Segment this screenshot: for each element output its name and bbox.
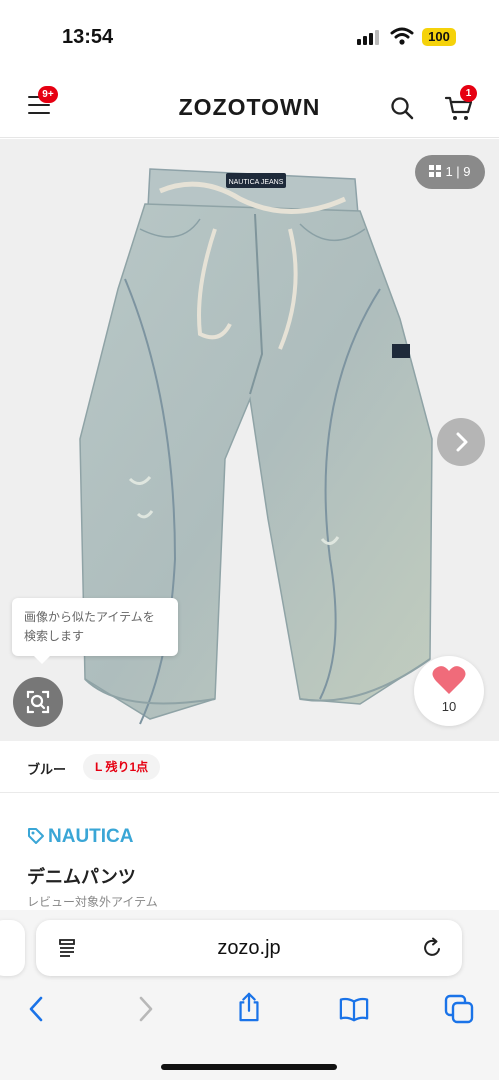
bookmarks-icon[interactable]: [339, 994, 369, 1024]
visual-search-icon: [26, 690, 50, 714]
signal-icon: [357, 30, 381, 45]
previous-tab-peek[interactable]: [0, 920, 25, 976]
home-indicator: [161, 1064, 337, 1070]
battery-icon: 100: [422, 28, 456, 46]
product-title: デニムパンツ: [27, 867, 136, 887]
chevron-right-icon: [456, 432, 468, 452]
visual-search-tooltip: 画像から似たアイテムを検索します: [12, 598, 178, 664]
forward-icon[interactable]: [130, 994, 160, 1024]
like-count: 10: [441, 699, 457, 714]
browser-toolbar: zozo.jp: [0, 910, 499, 1080]
search-icon[interactable]: [390, 96, 414, 120]
app-header: 9+ ZOZOTOWN 1: [0, 74, 499, 138]
next-image-button[interactable]: [437, 418, 485, 466]
photo-counter-text: 1 | 9: [445, 164, 471, 179]
review-note: レビュー対象外アイテム: [27, 895, 158, 909]
grid-icon: [429, 165, 442, 177]
variant-row: ブルー L 残り1点: [0, 741, 499, 793]
heart-icon: [432, 666, 466, 694]
photo-counter[interactable]: 1 | 9: [415, 155, 485, 189]
size-stock-chip[interactable]: L 残り1点: [83, 754, 161, 780]
tabs-icon[interactable]: [444, 994, 474, 1024]
site-logo[interactable]: ZOZOTOWN: [0, 94, 499, 121]
product-image-gallery[interactable]: NAUTICA JEANS 1 | 9 画像から似たアイテムを検索します 10: [0, 139, 499, 741]
url-text[interactable]: zozo.jp: [36, 937, 462, 960]
reload-icon[interactable]: [422, 937, 444, 959]
share-icon[interactable]: [234, 992, 264, 1022]
jeans-brand-label: NAUTICA JEANS: [229, 179, 284, 186]
like-button[interactable]: 10: [414, 656, 484, 726]
brand-name[interactable]: NAUTICA: [48, 826, 134, 848]
status-time: 13:54: [62, 26, 114, 48]
visual-search-button[interactable]: [13, 677, 63, 727]
color-label: ブルー: [27, 762, 67, 777]
address-bar[interactable]: zozo.jp: [36, 920, 462, 976]
tag-icon: [28, 828, 44, 844]
back-icon[interactable]: [22, 994, 52, 1024]
cart-count-badge: 1: [460, 85, 477, 102]
wifi-icon: [390, 27, 414, 45]
status-bar: 13:54 100: [0, 0, 499, 74]
